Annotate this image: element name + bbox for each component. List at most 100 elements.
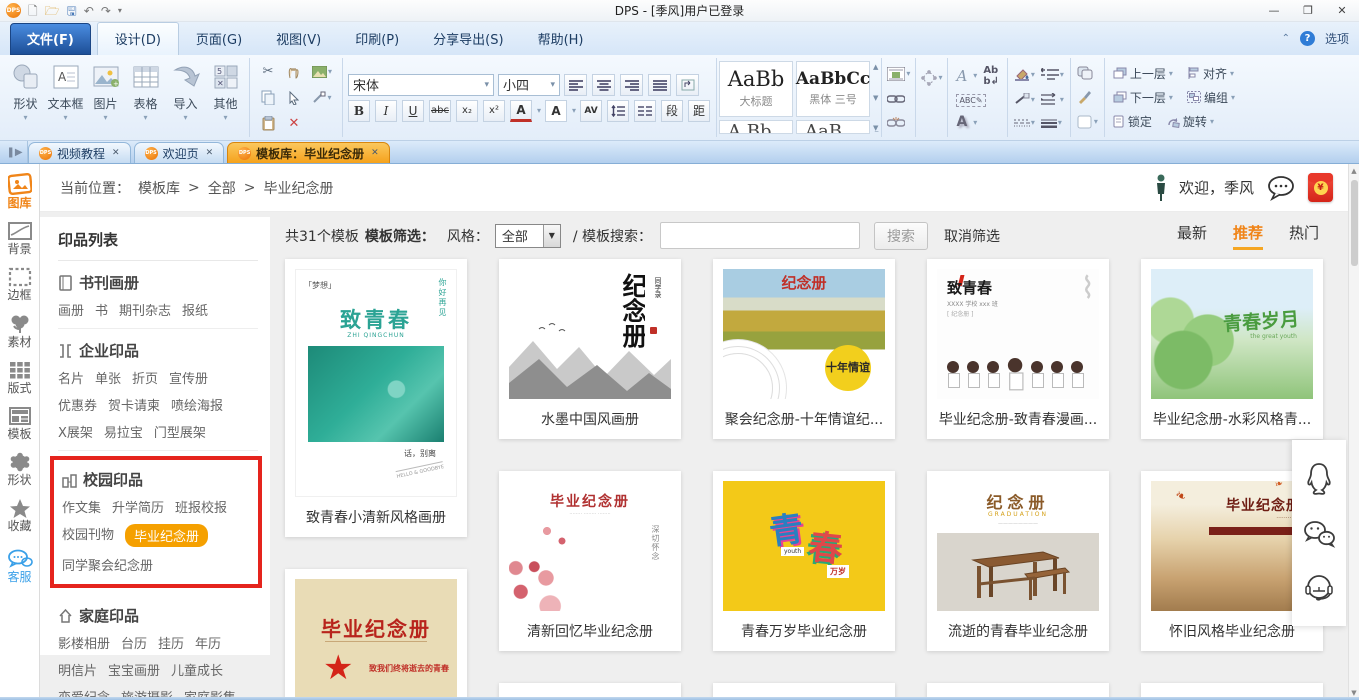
shape-fill-swatch[interactable]: ▾ xyxy=(1077,115,1098,129)
template-card[interactable]: 青春岁月 the great youth 毕业纪念册-水彩风格青... xyxy=(1141,259,1323,439)
text-wrap-image-icon[interactable]: ▾ xyxy=(887,67,910,81)
tab-design[interactable]: 设计(D) xyxy=(97,22,179,55)
qq-icon[interactable] xyxy=(1304,462,1334,496)
doc-tab-video-tutorial[interactable]: DPS 视频教程 ✕ xyxy=(28,142,131,163)
category-link[interactable]: 班报校报 xyxy=(175,497,227,516)
tab-panel-toggle-icon[interactable]: ❚▶ xyxy=(2,141,28,163)
category-link[interactable]: 影楼相册 xyxy=(58,633,110,652)
paste-icon[interactable] xyxy=(255,111,281,137)
category-link[interactable]: 宝宝画册 xyxy=(108,660,160,679)
category-link[interactable]: 校园刊物 xyxy=(62,524,114,547)
template-card[interactable]: 毕业纪念册 ········ ········ ········ 深切怀念 清新… xyxy=(499,471,681,651)
collapse-ribbon-icon[interactable]: ⌃ xyxy=(1282,33,1290,44)
fill-color-icon[interactable]: ▾ xyxy=(1014,67,1035,81)
insert-shape-button[interactable]: 形状▾ xyxy=(7,60,44,135)
send-backward-button[interactable]: 下一层▾ xyxy=(1113,89,1173,106)
text-convert-icon[interactable]: Abb↲ xyxy=(983,65,999,87)
copy-icon[interactable] xyxy=(255,85,281,111)
template-card[interactable]: 致青春 XXXX 学校 xxx 班 [ 纪念册 ] ⌇ 毕业纪念册-致青春漫画.… xyxy=(927,259,1109,439)
rail-item-layout[interactable]: 版式 xyxy=(0,355,39,401)
special-effect-icon[interactable]: ▾ xyxy=(921,70,942,86)
delete-icon[interactable]: ✕ xyxy=(281,111,307,137)
wordart-icon[interactable]: A xyxy=(956,67,967,85)
category-link[interactable]: 门型展架 xyxy=(154,422,206,441)
rail-item-shape[interactable]: 形状 xyxy=(0,447,39,493)
duplicate-style-icon[interactable] xyxy=(1077,66,1093,80)
insert-textbox-button[interactable]: A 文本框▾ xyxy=(47,60,84,135)
message-icon[interactable] xyxy=(1266,175,1296,201)
scroll-up-icon[interactable]: ▲ xyxy=(1351,164,1356,178)
sort-hot[interactable]: 热门 xyxy=(1289,222,1319,250)
pan-hand-icon[interactable] xyxy=(281,59,307,85)
tab-view[interactable]: 视图(V) xyxy=(259,23,338,55)
category-link[interactable]: 明信片 xyxy=(58,660,97,679)
category-link[interactable]: 作文集 xyxy=(62,497,101,516)
category-link[interactable]: 贺卡请柬 xyxy=(108,395,160,414)
insert-image-button[interactable]: + 图片▾ xyxy=(87,60,124,135)
category-link[interactable]: 台历 xyxy=(121,633,147,652)
category-link[interactable]: 折页 xyxy=(132,368,158,387)
category-link[interactable]: 期刊杂志 xyxy=(119,300,171,319)
align-button[interactable]: 对齐▾ xyxy=(1187,65,1234,82)
font-name-select[interactable]: 宋体▾ xyxy=(348,74,494,96)
format-painter-icon[interactable] xyxy=(1077,90,1092,104)
insert-other-button[interactable]: 5✕ 其他▾ xyxy=(207,60,244,135)
style-filter-select[interactable]: 全部 ▼ xyxy=(495,224,561,248)
doc-tab-welcome[interactable]: DPS 欢迎页 ✕ xyxy=(134,142,225,163)
spell-check-icon[interactable]: ABC✎ xyxy=(956,94,985,107)
paragraph-button[interactable]: 段 xyxy=(661,100,683,122)
red-envelope-icon[interactable]: ¥ xyxy=(1308,173,1333,202)
bold-button[interactable]: B xyxy=(348,100,370,122)
category-link[interactable]: 易拉宝 xyxy=(104,422,143,441)
line-weight-icon[interactable]: ▾ xyxy=(1041,118,1062,128)
category-link[interactable]: 宣传册 xyxy=(169,368,208,387)
template-card[interactable]: 毕业纪念册 ★ 致我们终将逝去的青春 XX届X年级X班十年聚会纪念册 xyxy=(285,569,467,700)
replace-image-icon[interactable]: ▾ xyxy=(307,59,337,85)
superscript-button[interactable]: x² xyxy=(483,100,505,122)
close-tab-icon[interactable]: ✕ xyxy=(371,148,379,158)
edit-points-icon[interactable]: ▾ xyxy=(307,85,337,111)
breadcrumb-item-library[interactable]: 模板库 xyxy=(138,178,180,198)
sort-recommended[interactable]: 推荐 xyxy=(1233,222,1263,250)
category-link[interactable]: 年历 xyxy=(195,633,221,652)
underline-button[interactable]: U xyxy=(402,100,424,122)
category-link[interactable]: 喷绘海报 xyxy=(171,395,223,414)
category-link[interactable]: 优惠券 xyxy=(58,395,97,414)
group-button[interactable]: 编组▾ xyxy=(1187,89,1235,106)
rail-item-background[interactable]: 背景 xyxy=(0,216,39,262)
sort-newest[interactable]: 最新 xyxy=(1177,222,1207,250)
minimize-button[interactable]: — xyxy=(1257,4,1291,17)
line-style-icon[interactable]: ▾ xyxy=(1014,93,1035,105)
rotate-button[interactable]: 旋转▾ xyxy=(1166,113,1214,130)
category-link[interactable]: 单张 xyxy=(95,368,121,387)
style-item-partial[interactable]: AaB xyxy=(796,120,870,134)
subscript-button[interactable]: x₂ xyxy=(456,100,478,122)
template-card[interactable]: 纪念册 GRADUATION ———————— xyxy=(927,471,1109,651)
category-link[interactable]: 报纸 xyxy=(182,300,208,319)
category-link[interactable]: 同学聚会纪念册 xyxy=(62,555,153,574)
font-color-button[interactable]: A xyxy=(510,100,532,122)
maximize-button[interactable]: ❐ xyxy=(1291,4,1325,17)
italic-button[interactable]: I xyxy=(375,100,397,122)
gallery-scroll-up-icon[interactable]: ▲ xyxy=(873,63,878,71)
rail-item-material[interactable]: 素材 xyxy=(0,309,39,355)
distance-button[interactable]: 距 xyxy=(688,100,710,122)
rail-item-border[interactable]: 边框 xyxy=(0,262,39,308)
file-menu-button[interactable]: 文件(F) xyxy=(10,23,91,55)
style-item-heiti[interactable]: AaBbCc 黑体 三号 xyxy=(796,61,870,117)
category-link[interactable]: 挂历 xyxy=(158,633,184,652)
category-link-active[interactable]: 毕业纪念册 xyxy=(125,524,208,547)
style-item-title[interactable]: AaBb 大标题 xyxy=(719,61,793,117)
headset-support-icon[interactable] xyxy=(1303,572,1335,604)
category-link[interactable]: 名片 xyxy=(58,368,84,387)
tab-page[interactable]: 页面(G) xyxy=(179,23,259,55)
align-center-icon[interactable] xyxy=(592,74,615,96)
category-link[interactable]: 书 xyxy=(95,300,108,319)
dash-style-icon[interactable]: ▾ xyxy=(1014,118,1035,128)
font-size-select[interactable]: 小四▾ xyxy=(498,74,560,96)
rail-item-customer-service[interactable]: 客服 xyxy=(0,544,39,590)
rail-item-gallery[interactable]: 图库 xyxy=(0,168,39,216)
arrow-style-icon[interactable]: ▾ xyxy=(1041,93,1064,105)
options-button[interactable]: 选项 xyxy=(1325,30,1349,47)
scrollbar-thumb[interactable] xyxy=(1351,180,1358,266)
